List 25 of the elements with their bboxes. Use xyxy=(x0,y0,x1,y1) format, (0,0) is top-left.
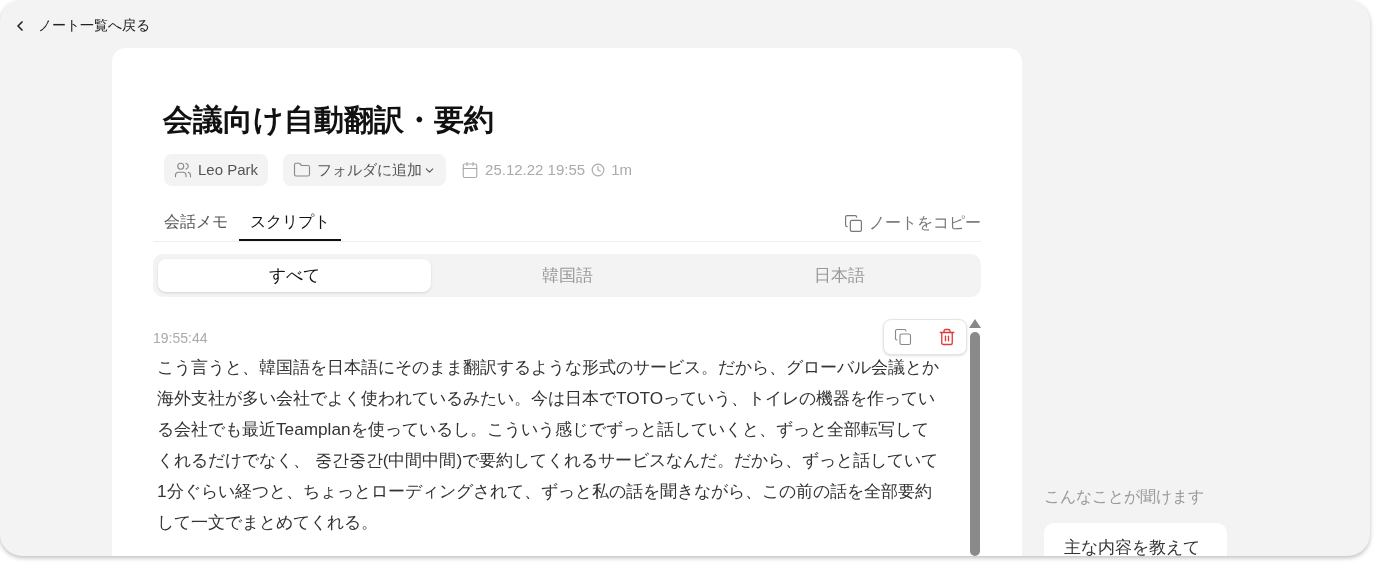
note-date: 25.12.22 19:55 xyxy=(485,159,586,180)
author-chip: Leo Park xyxy=(164,154,269,186)
folder-icon xyxy=(293,161,312,179)
folder-button[interactable]: フォルダに追加 xyxy=(283,154,447,186)
copy-button[interactable] xyxy=(894,328,912,346)
calendar-icon xyxy=(461,161,480,179)
tab[interactable]: スクリプト xyxy=(239,205,341,241)
note-title: 会議向け自動翻訳・要約 xyxy=(162,102,495,138)
note-duration: 1m xyxy=(611,159,632,180)
scroll-up-arrow-icon[interactable] xyxy=(969,319,981,328)
timestamp: 19:55:44 xyxy=(153,329,208,348)
copy-icon xyxy=(894,328,912,346)
language-option[interactable]: すべて xyxy=(158,259,431,292)
delete-button[interactable] xyxy=(938,328,956,346)
copy-note-button[interactable]: ノートをコピー xyxy=(844,205,981,241)
copy-icon xyxy=(844,213,863,233)
suggestions-heading: こんなことが聞けます xyxy=(1044,487,1205,507)
scrollbar-thumb[interactable] xyxy=(970,332,980,556)
people-icon xyxy=(174,161,192,179)
clock-icon xyxy=(591,163,606,177)
tab[interactable]: 会話メモ xyxy=(153,205,239,241)
trash-icon xyxy=(938,328,956,346)
back-link[interactable]: ノート一覧へ戻る xyxy=(12,15,150,36)
transcript-text: こう言うと、韓国語を日本語にそのまま翻訳するような形式のサービス。だから、グローバル会議とか海外支社が多い会社でよく使われているみたい。今は日本でTOTOっていう、トイレの機器を作っている会社でも最近Teamplanを使っているし。こういう感じでずっと話していくと、ずっと全部転写してくれるだけでなく、 중간중간(中間中間)で要約してくれるサービスなんだ。だから、ずっと話していて1分ぐらい経つと、ちょっとローディングされて、ずっと私の話を聞きながら、この前の話を全部要約して一文でまとめてくれる。 xyxy=(156,356,940,534)
suggestion-chip[interactable]: 主な内容を教えて xyxy=(1044,523,1227,556)
